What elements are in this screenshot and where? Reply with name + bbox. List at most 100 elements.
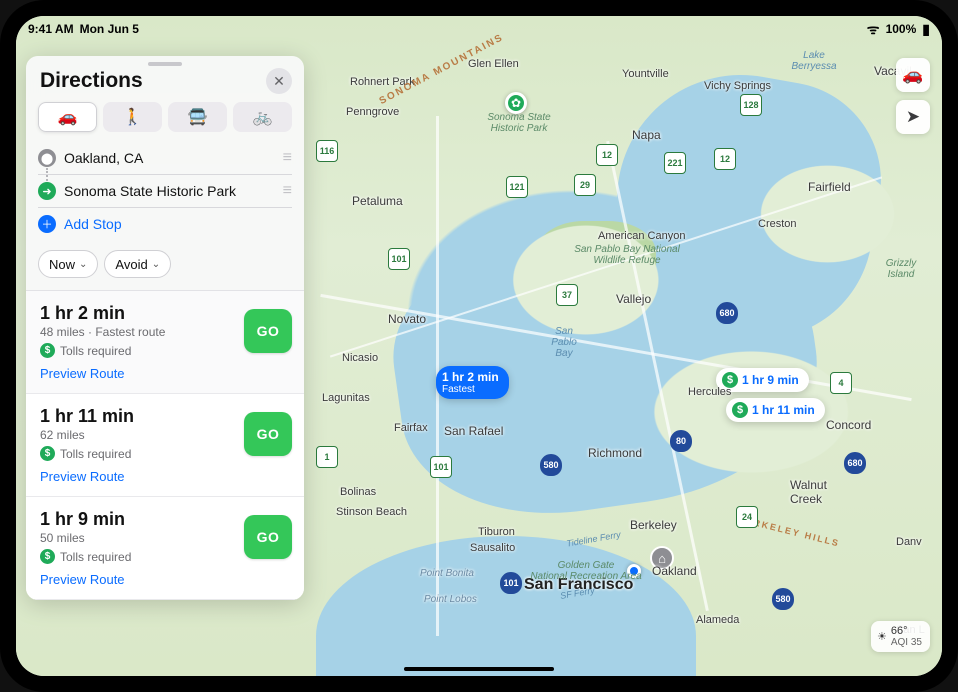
shield-101: 101 [430,456,452,478]
route-subtitle: 62 miles [40,428,236,442]
shield-12: 12 [714,148,736,170]
panel-grabber[interactable] [148,62,182,66]
route-time: 1 hr 11 min [40,406,236,427]
status-date: Mon Jun 5 [80,22,139,36]
shield-580: 580 [540,454,562,476]
battery-icon: ▮ [922,21,930,38]
label-berryessa: Lake Berryessa [784,50,844,72]
weather-chip[interactable]: ☀ 66° AQI 35 [871,621,930,652]
label-pt-bonita: Point Bonita [420,568,474,579]
wifi-icon: ᯤ [867,20,880,39]
city-sausalito: Sausalito [470,542,515,554]
plus-icon: ＋ [38,215,56,233]
transport-transit-button[interactable]: 🚍 [168,102,227,132]
home-indicator[interactable] [404,667,554,671]
callout-time: 1 hr 2 min [442,370,499,384]
city-alameda: Alameda [696,614,739,626]
locate-icon: ➤ [906,107,920,127]
car-icon: 🚗 [902,65,923,85]
city-hercules: Hercules [688,386,731,398]
shield-101: 101 [500,572,522,594]
shield-24: 24 [736,506,758,528]
shield-1: 1 [316,446,338,468]
route-callout-alt2[interactable]: $ 1 hr 11 min [726,398,825,422]
route-option-3[interactable]: 1 hr 9 min 50 miles $ Tolls required GO … [26,497,304,600]
city-lagunitas: Lagunitas [322,392,370,404]
preview-route-link[interactable]: Preview Route [40,366,125,381]
reorder-handle[interactable]: ≡ [283,149,292,167]
close-button[interactable]: ✕ [266,68,292,94]
shield-29: 29 [574,174,596,196]
city-walnut-creek: Walnut Creek [790,478,846,506]
transport-mode-row: 🚗 🚶 🚍 🚲 [26,102,304,142]
city-vallejo: Vallejo [616,292,651,306]
go-button[interactable]: GO [244,309,292,353]
shield-4: 4 [830,372,852,394]
city-richmond: Richmond [588,446,642,460]
preview-route-link[interactable]: Preview Route [40,469,125,484]
city-american-canyon: American Canyon [598,230,685,242]
transport-bike-button[interactable]: 🚲 [233,102,292,132]
shield-116: 116 [316,140,338,162]
label-sonoma-park: Sonoma State Historic Park [474,112,564,134]
walk-icon: 🚶 [123,107,143,127]
shield-680: 680 [716,302,738,324]
shield-12: 12 [596,144,618,166]
callout-time: 1 hr 9 min [742,373,799,387]
pill-label: Now [49,257,75,272]
go-button[interactable]: GO [244,412,292,456]
shield-680: 680 [844,452,866,474]
preview-route-link[interactable]: Preview Route [40,572,125,587]
origin-dot-icon: ⬤ [38,149,56,167]
city-tiburon: Tiburon [478,526,515,538]
route-callout-primary[interactable]: 1 hr 2 min Fastest [436,366,509,399]
shield-37: 37 [556,284,578,306]
status-time: 9:41 AM [28,22,74,36]
avoid-pill[interactable]: Avoid ⌄ [104,250,171,278]
tolls-label: Tolls required [60,447,131,461]
bike-icon: 🚲 [253,107,273,127]
route-option-2[interactable]: 1 hr 11 min 62 miles $ Tolls required GO… [26,394,304,497]
destination-arrow-icon: ➜ [38,182,56,200]
shield-80: 80 [670,430,692,452]
tolls-label: Tolls required [60,344,131,358]
go-button[interactable]: GO [244,515,292,559]
chevron-down-icon: ⌄ [152,259,160,270]
locate-me-button[interactable]: ➤ [896,100,930,134]
stop-origin-row[interactable]: ⬤ Oakland, CA ≡ [38,142,292,175]
city-danville: Danv [896,536,922,548]
city-berkeley: Berkeley [630,518,677,532]
label-grizzly: Grizzly Island [876,258,926,280]
reorder-handle[interactable]: ≡ [283,182,292,200]
stop-destination-row[interactable]: ➜ Sonoma State Historic Park ≡ [38,175,292,208]
weather-aqi: AQI 35 [891,637,922,648]
route-subtitle: 50 miles [40,531,236,545]
shield-101: 101 [388,248,410,270]
destination-pin[interactable]: ✿ [505,92,527,114]
car-icon: 🚗 [58,107,78,127]
route-time: 1 hr 2 min [40,303,236,324]
route-option-1[interactable]: 1 hr 2 min 48 miles · Fastest route $ To… [26,291,304,394]
battery-percent: 100% [886,22,917,36]
toll-icon: $ [40,343,55,358]
label-ggnra: Golden Gate National Recreation Area [526,560,646,582]
label-san-pablo-bay: San Pablo Bay [534,326,594,359]
city-san-rafael: San Rafael [444,424,503,438]
city-creston: Creston [758,218,797,230]
city-vichy: Vichy Springs [704,80,771,92]
transport-walk-button[interactable]: 🚶 [103,102,162,132]
add-stop-row[interactable]: ＋ Add Stop [38,208,292,240]
shield-121: 121 [506,176,528,198]
shield-128: 128 [740,94,762,116]
depart-time-pill[interactable]: Now ⌄ [38,250,98,278]
city-napa: Napa [632,128,661,142]
label-pt-lobos: Point Lobos [424,594,477,605]
callout-sub: Fastest [442,384,499,395]
transport-drive-button[interactable]: 🚗 [38,102,97,132]
shield-221: 221 [664,152,686,174]
transit-icon: 🚍 [188,107,208,127]
map-mode-button[interactable]: 🚗 [896,58,930,92]
city-concord: Concord [826,418,871,432]
toll-icon: $ [40,549,55,564]
city-yountville: Yountville [622,68,669,80]
